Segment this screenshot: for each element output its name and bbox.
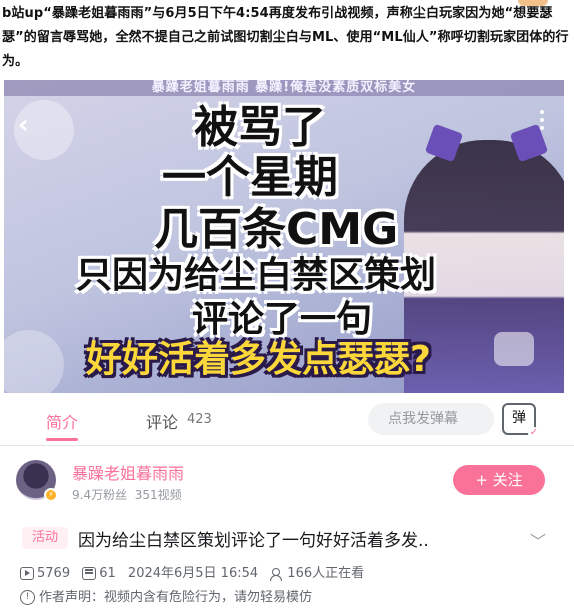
flower-decoration: [4, 330, 64, 393]
author-notice-text: 作者声明：视频内含有危险行为，请勿轻易模仿: [39, 590, 313, 605]
fans-count: 9.4万粉丝: [72, 488, 128, 502]
uploader-stats: 9.4万粉丝 351视频: [72, 486, 182, 503]
video-title: 因为给尘白禁区策划评论了一句好好活着多发..: [78, 531, 429, 551]
tab-active-indicator: [46, 438, 78, 441]
uploader-name[interactable]: 暴躁老姐暮雨雨: [72, 460, 184, 484]
danmaku-icon: 弹: [512, 410, 526, 426]
view-count: 5769: [37, 566, 71, 581]
danmaku-toggle-button[interactable]: 弹 ✓: [502, 403, 540, 439]
check-icon: ✓: [528, 427, 540, 439]
overlay-line-3: 几百条CMG: [154, 204, 399, 255]
info-icon: !: [20, 590, 35, 605]
danmaku-count: 61: [99, 566, 116, 581]
video-player[interactable]: 暴躁老姐暮雨雨 暴躁!俺是没素质双标美女 被骂了 一个星期 几百条CMG 只因为…: [4, 80, 564, 393]
tab-comment[interactable]: 评论: [146, 409, 178, 433]
overlay-line-1: 被骂了: [194, 102, 326, 153]
comment-count: 423: [187, 412, 212, 427]
verified-badge-icon: ⚡: [44, 488, 58, 502]
back-arrow-icon[interactable]: ‹: [18, 110, 29, 140]
author-notice: ! 作者声明：视频内含有危险行为，请勿轻易模仿: [20, 586, 312, 605]
danmaku-count-icon: [82, 567, 97, 580]
watching-count: 166人正在看: [287, 566, 365, 581]
publish-date: 2024年6月5日 16:54: [127, 566, 259, 581]
floating-window-icon[interactable]: [494, 332, 534, 366]
overlay-line-4: 只因为给尘白禁区策划: [76, 255, 437, 296]
play-count-icon: [20, 567, 34, 580]
more-options-icon[interactable]: [540, 110, 546, 134]
event-tag[interactable]: 活动: [22, 527, 68, 549]
overlay-line-2: 一个星期: [162, 152, 338, 203]
tab-intro[interactable]: 简介: [46, 409, 78, 433]
video-count: 351视频: [134, 488, 182, 502]
tab-bar: 简介 评论 423 点我发弹幕 弹 ✓: [0, 395, 574, 445]
divider: [0, 445, 574, 446]
chevron-down-icon[interactable]: ﹀: [530, 528, 546, 552]
overlay-line-6: 好好活着多发点瑟瑟?: [86, 339, 431, 380]
video-banner: 暴躁老姐暮雨雨 暴躁!俺是没素质双标美女: [4, 80, 564, 96]
avatar[interactable]: ⚡: [16, 460, 58, 502]
follow-button[interactable]: + 关注: [453, 465, 545, 495]
overlay-line-5: 评论了一句: [192, 299, 373, 340]
news-caption: b站up“暴躁老姐暮雨雨”与6月5日下午4:54再度发布引战视频，声称尘白玩家因…: [2, 6, 569, 69]
people-icon: [270, 567, 284, 581]
video-stats: 5769 61 2024年6月5日 16:54 166人正在看: [20, 562, 372, 581]
danmaku-input[interactable]: 点我发弹幕: [368, 403, 494, 435]
